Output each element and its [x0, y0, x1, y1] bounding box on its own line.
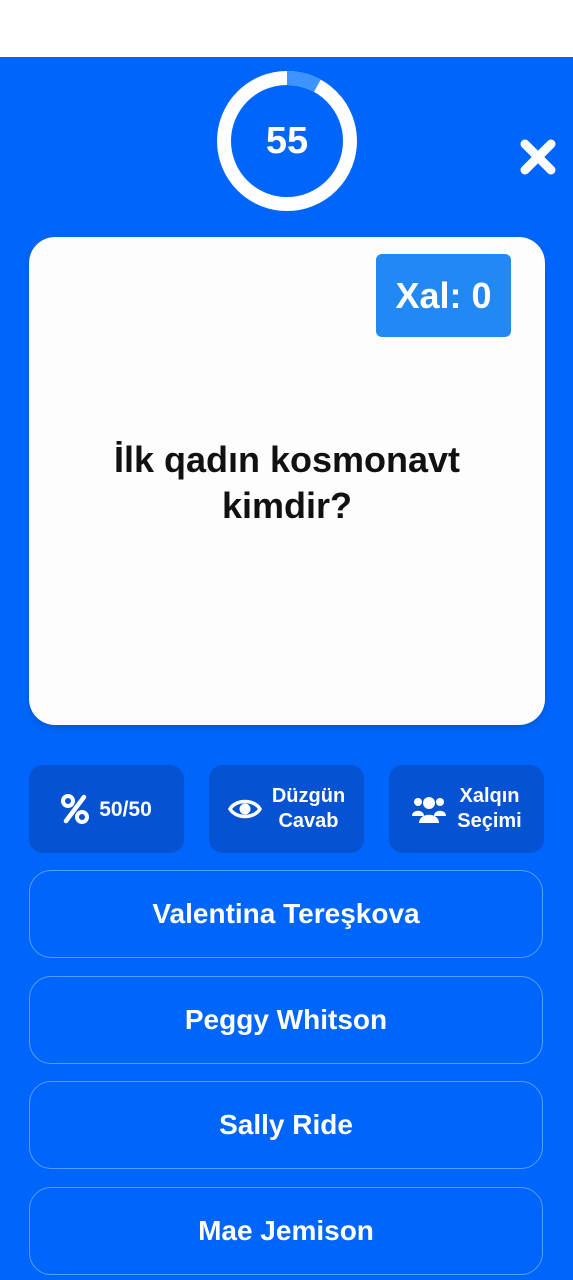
answer-option-3[interactable]: Sally Ride	[29, 1081, 543, 1169]
lifeline-audience-label: Xalqın Seçimi	[457, 784, 521, 834]
lifeline-correct-answer-label: Düzgün Cavab	[272, 784, 345, 834]
lifeline-audience-label-line2: Seçimi	[457, 810, 522, 832]
lifeline-audience-button[interactable]: Xalqın Seçimi	[389, 765, 544, 853]
question-line-1: İlk qadın kosmonavt	[113, 439, 461, 480]
answer-option-4[interactable]: Mae Jemison	[29, 1187, 543, 1275]
users-icon	[411, 794, 447, 824]
question-card: Xal: 0 İlk qadın kosmonavt kimdir?	[29, 237, 545, 725]
close-icon	[520, 139, 556, 175]
lifeline-fifty-fifty-button[interactable]: 50/50	[29, 765, 184, 853]
close-button[interactable]	[517, 136, 559, 178]
lifeline-correct-answer-label-line1: Düzgün	[271, 785, 346, 807]
timer-value: 55	[265, 119, 309, 162]
lifeline-audience-label-line1: Xalqın	[459, 785, 520, 807]
lifeline-correct-answer-button[interactable]: Düzgün Cavab	[209, 765, 364, 853]
answer-option-1[interactable]: Valentina Tereşkova	[29, 870, 543, 958]
percent-icon	[61, 794, 90, 824]
lifeline-fifty-fifty-label: 50/50	[99, 797, 152, 821]
question-line-2: kimdir?	[221, 485, 353, 526]
question-text: İlk qadın kosmonavt kimdir?	[59, 437, 515, 529]
lifeline-correct-answer-label-line2: Cavab	[278, 810, 339, 832]
answer-option-2[interactable]: Peggy Whitson	[29, 976, 543, 1064]
eye-icon	[227, 797, 262, 821]
score-badge: Xal: 0	[376, 254, 511, 337]
countdown-timer: 55	[214, 68, 360, 214]
